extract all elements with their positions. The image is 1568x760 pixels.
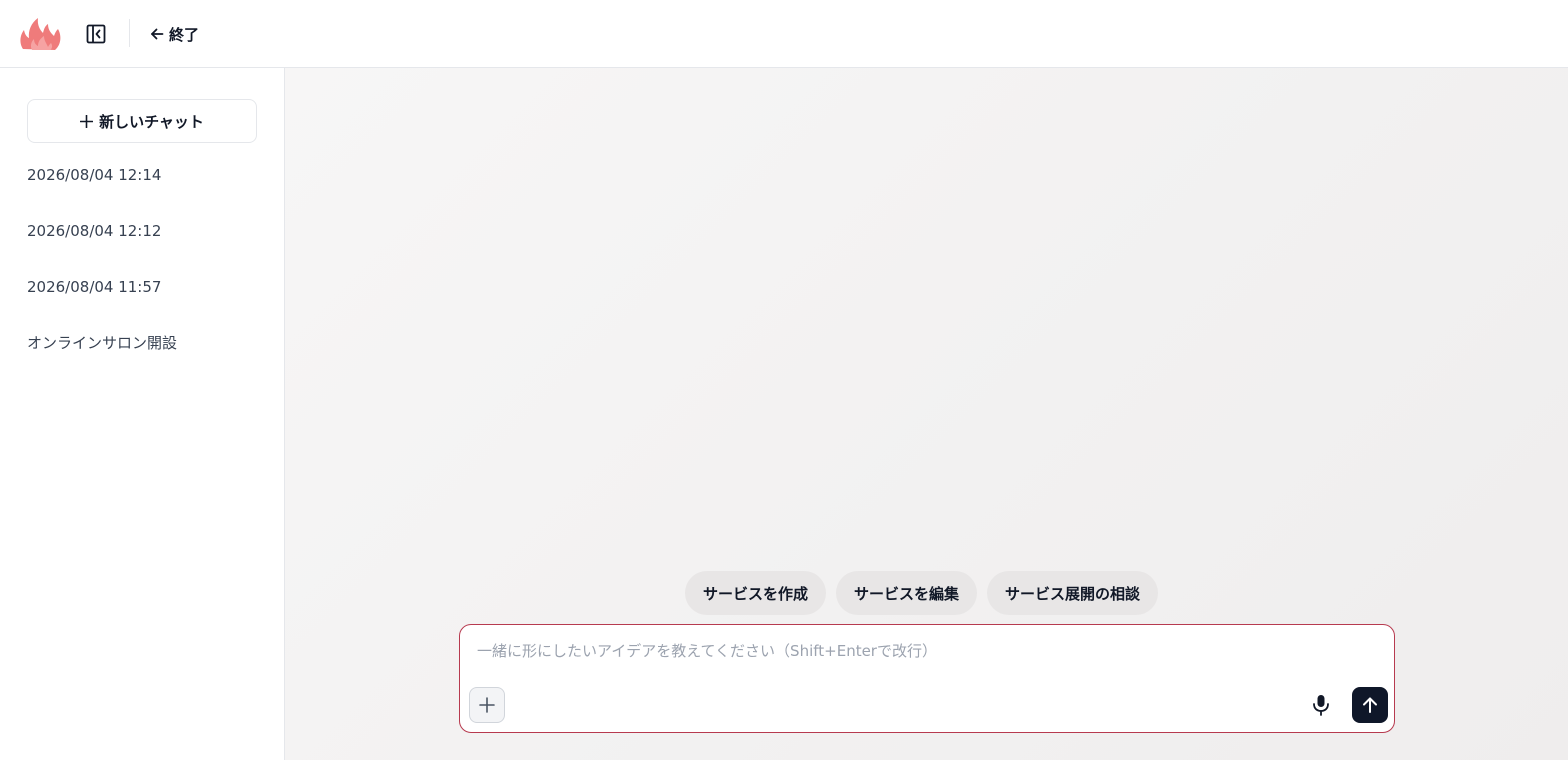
microphone-icon xyxy=(1313,695,1329,716)
message-composer xyxy=(459,624,1395,733)
app-header: 終了 xyxy=(0,0,1568,68)
sidebar-toggle-button[interactable] xyxy=(80,18,112,50)
flame-logo[interactable] xyxy=(18,14,62,52)
send-button[interactable] xyxy=(1352,687,1388,723)
chat-main-area: サービスを作成 サービスを編集 サービス展開の相談 xyxy=(285,68,1568,760)
chat-history-item[interactable]: 2026/08/04 12:12 xyxy=(27,216,267,272)
sidebar: 新しいチャット 2026/08/04 12:14 2026/08/04 12:1… xyxy=(0,68,285,760)
sidebar-collapse-icon xyxy=(86,24,106,44)
suggestion-chip-create-service[interactable]: サービスを作成 xyxy=(685,571,827,615)
new-chat-label: 新しいチャット xyxy=(99,112,204,131)
header-divider xyxy=(129,19,130,47)
suggestion-chip-service-consult[interactable]: サービス展開の相談 xyxy=(987,571,1159,615)
plus-icon xyxy=(479,697,495,713)
chat-history-list: 2026/08/04 12:14 2026/08/04 12:12 2026/0… xyxy=(27,160,267,384)
exit-button[interactable]: 終了 xyxy=(150,20,199,48)
new-chat-button[interactable]: 新しいチャット xyxy=(27,99,257,143)
attach-button[interactable] xyxy=(469,687,505,723)
arrow-left-icon xyxy=(151,28,164,40)
voice-input-button[interactable] xyxy=(1305,689,1337,721)
chat-history-item[interactable]: 2026/08/04 11:57 xyxy=(27,272,267,328)
suggestion-chips: サービスを作成 サービスを編集 サービス展開の相談 xyxy=(685,571,1159,615)
chat-history-item[interactable]: 2026/08/04 12:14 xyxy=(27,160,267,216)
arrow-up-icon xyxy=(1363,697,1377,713)
exit-label: 終了 xyxy=(169,25,200,44)
chat-history-item[interactable]: オンラインサロン開設 xyxy=(27,328,267,384)
message-input[interactable] xyxy=(477,637,1357,665)
plus-icon xyxy=(80,114,94,128)
suggestion-chip-edit-service[interactable]: サービスを編集 xyxy=(836,571,978,615)
